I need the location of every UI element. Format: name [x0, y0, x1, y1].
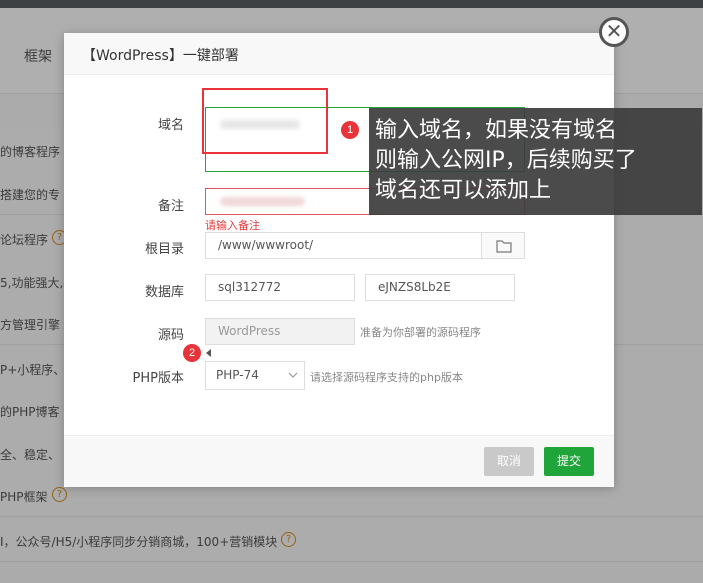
root-dir-label: 根目录 [144, 242, 184, 257]
php-version-hint: 请选择源码程序支持的php版本 [310, 371, 463, 384]
source-input: WordPress [205, 318, 355, 345]
close-button[interactable]: ✕ [599, 17, 629, 47]
source-hint: 准备为你部署的源码程序 [360, 326, 481, 339]
db-password-input[interactable]: eJNZS8Lb2E [365, 274, 515, 301]
tooltip-line-2: 则输入公网IP，后续购买了 [375, 148, 637, 173]
database-label: 数据库 [144, 285, 184, 300]
remark-label: 备注 [157, 199, 184, 214]
php-version-select[interactable]: PHP-74 [205, 361, 305, 390]
annotation-tooltip: 输入域名，如果没有域名 则输入公网IP，后续购买了 域名还可以添加上 [369, 108, 702, 215]
pointer-triangle-icon [206, 349, 211, 357]
annotation-badge-1: 1 [341, 121, 359, 139]
remark-error-text: 请输入备注 [205, 219, 260, 232]
annotation-highlight-box [202, 88, 328, 154]
annotation-badge-2: 2 [183, 344, 201, 362]
root-dir-input[interactable]: /www/wwwroot/ [205, 232, 482, 259]
close-icon: ✕ [605, 19, 623, 43]
tooltip-line-3: 域名还可以添加上 [375, 178, 552, 203]
domain-label: 域名 [157, 118, 184, 133]
php-version-label: PHP版本 [132, 371, 184, 386]
dialog-header: 【WordPress】一键部署 [64, 33, 614, 75]
dialog-footer: 取消 提交 [64, 435, 614, 487]
folder-icon [496, 240, 512, 253]
submit-button[interactable]: 提交 [544, 447, 594, 476]
tooltip-line-1: 输入域名，如果没有域名 [375, 118, 618, 143]
source-label: 源码 [157, 328, 184, 343]
dialog-title: 【WordPress】一键部署 [82, 48, 239, 64]
chevron-down-icon [288, 372, 298, 378]
folder-select-button[interactable] [481, 232, 525, 259]
blurred-remark-text [220, 197, 305, 206]
db-name-input[interactable]: sql312772 [205, 274, 355, 301]
php-version-value: PHP-74 [216, 368, 259, 382]
deploy-dialog: 【WordPress】一键部署 域名 备注 根目录 数据库 源码 PHP版本 取… [64, 33, 614, 487]
cancel-button[interactable]: 取消 [484, 447, 534, 476]
